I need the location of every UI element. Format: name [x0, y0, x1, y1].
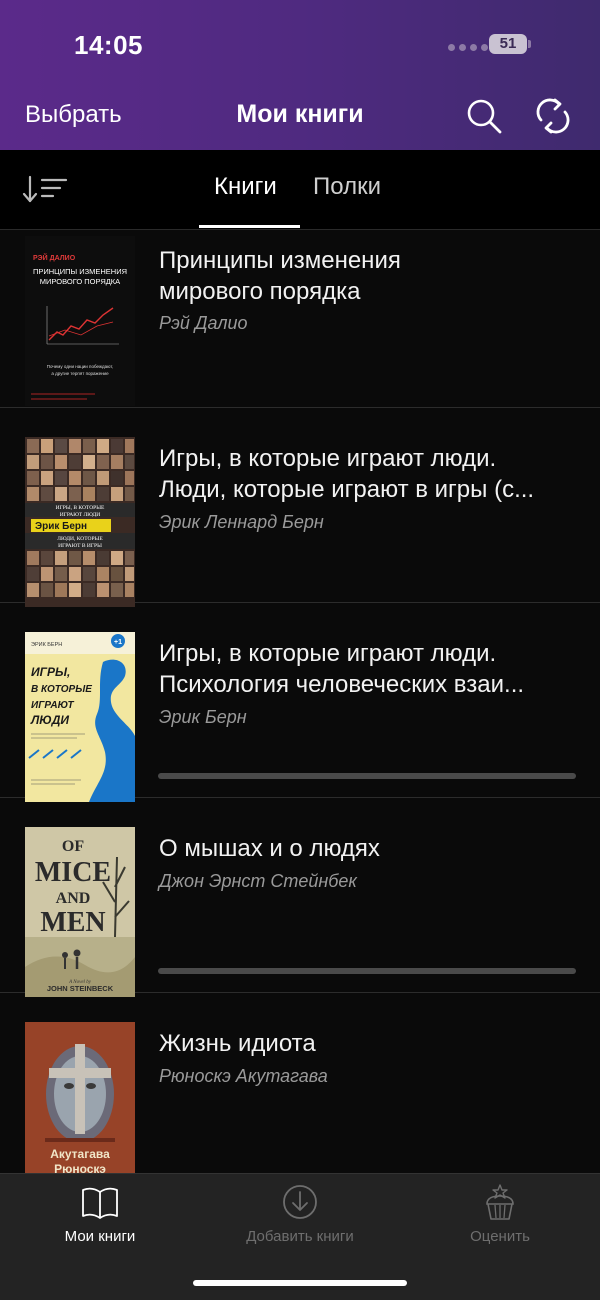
book-title-line: Принципы изменения [159, 247, 401, 274]
cover-author: РЭЙ ДАЛИО [33, 253, 76, 262]
tab-books[interactable]: Книги [214, 173, 277, 201]
book-item[interactable]: ЭРИК БЕРН +1 ИГРЫ, В КОТОРЫЕ ИГРАЮТ ЛЮДИ… [0, 603, 600, 802]
cover-line-1: OF [62, 838, 84, 855]
tab-label: Оценить [470, 1228, 530, 1245]
book-title-line: О мышах и о людях [159, 835, 380, 862]
book-title-line: мирового порядка [159, 278, 361, 305]
cover-title-2: МИРОВОГО ПОРЯДКА [40, 277, 120, 286]
book-title: Игры, в которые играют люди. Психология … [159, 638, 579, 700]
cover-line-4: ИГРАЮТ В ИГРЫ [58, 543, 102, 549]
book-item[interactable]: ИГРЫ, В КОТОРЫЕ ИГРАЮТ ЛЮДИ Эрик Берн ЛЮ… [0, 408, 600, 607]
book-author: Рюноскэ Акутагава [159, 1066, 328, 1086]
tab-my-books[interactable]: Мои книги [0, 1182, 200, 1245]
book-author: Эрик Леннард Берн [159, 512, 324, 532]
sync-icon[interactable] [533, 96, 573, 136]
cover-line-4: MEN [40, 907, 105, 938]
book-item[interactable]: Акутагава Рюноскэ Жизнь идиота Рюноскэ А… [0, 993, 600, 1192]
book-author: Джон Эрнст Стейнбек [159, 871, 357, 891]
cover-line-1: ИГРЫ, В КОТОРЫЕ [56, 505, 105, 511]
signal-icon [448, 44, 488, 51]
book-cover: Акутагава Рюноскэ [25, 1022, 135, 1192]
cover-line-3: AND [56, 890, 91, 907]
cover-author: JOHN STEINBECK [47, 984, 114, 993]
book-cover: ЭРИК БЕРН +1 ИГРЫ, В КОТОРЫЕ ИГРАЮТ ЛЮДИ [25, 632, 135, 802]
sort-icon[interactable] [22, 174, 68, 204]
book-cover: OF MICE AND MEN A Novel by JOHN STEINBEC… [25, 827, 135, 997]
book-title: Игры, в которые играют люди. Люди, котор… [159, 443, 579, 505]
book-title: Жизнь идиота [159, 1028, 579, 1059]
book-cover: ИГРЫ, В КОТОРЫЕ ИГРАЮТ ЛЮДИ Эрик Берн ЛЮ… [25, 437, 135, 607]
cover-line-1: ИГРЫ, [31, 665, 70, 679]
active-tab-indicator [199, 225, 300, 228]
cover-tagline-1: Почему одни нации побеждают, [47, 364, 113, 369]
book-author: Рэй Далио [159, 313, 248, 333]
cover-author: ЭРИК БЕРН [31, 642, 62, 648]
cover-line-3: ИГРАЮТ [31, 700, 75, 711]
cupcake-icon [486, 1184, 514, 1220]
book-title: О мышах и о людях [159, 833, 579, 864]
book-author: Эрик Берн [159, 707, 247, 727]
book-open-icon [82, 1187, 118, 1219]
cover-line-2: ИГРАЮТ ЛЮДИ [60, 512, 100, 518]
cover-line-4: ЛЮДИ [30, 713, 69, 727]
cover-author: Эрик Берн [35, 521, 87, 532]
book-cover: РЭЙ ДАЛИО ПРИНЦИПЫ ИЗМЕНЕНИЯ МИРОВОГО ПО… [25, 236, 135, 406]
book-list: РЭЙ ДАЛИО ПРИНЦИПЫ ИЗМЕНЕНИЯ МИРОВОГО ПО… [0, 230, 600, 1192]
battery-icon: 51 [489, 34, 527, 54]
book-title-line: Игры, в которые играют люди. [159, 445, 497, 472]
cover-tagline-2: а другие терпят поражение [51, 371, 109, 376]
book-item[interactable]: OF MICE AND MEN A Novel by JOHN STEINBEC… [0, 798, 600, 997]
segment-bar [0, 150, 600, 230]
book-title-line: Люди, которые играют в игры (с... [159, 476, 535, 503]
tab-label: Мои книги [64, 1228, 136, 1245]
book-title-line: Игры, в которые играют люди. [159, 640, 497, 667]
cover-line-3: ЛЮДИ, КОТОРЫЕ [57, 536, 103, 542]
cover-line-2: MICE [35, 857, 111, 888]
tab-add-books[interactable]: Добавить книги [200, 1182, 400, 1245]
cover-badge: +1 [114, 639, 122, 646]
battery-cap [528, 40, 531, 48]
tab-shelves[interactable]: Полки [313, 173, 381, 201]
tab-label: Добавить книги [246, 1228, 354, 1245]
top-bar: 14:05 51 Выбрать Мои книги [0, 0, 600, 150]
book-item[interactable]: РЭЙ ДАЛИО ПРИНЦИПЫ ИЗМЕНЕНИЯ МИРОВОГО ПО… [0, 230, 600, 408]
home-indicator [193, 1280, 407, 1286]
cover-line-1: Акутагава [50, 1147, 110, 1161]
tab-rate[interactable]: Оценить [400, 1182, 600, 1245]
search-icon[interactable] [464, 96, 504, 136]
status-time: 14:05 [74, 30, 143, 60]
download-circle-icon [283, 1185, 317, 1219]
cover-title-1: ПРИНЦИПЫ ИЗМЕНЕНИЯ [33, 267, 127, 276]
cover-line-2: В КОТОРЫЕ [31, 684, 92, 695]
book-title: Принципы изменения мирового порядка [159, 245, 579, 307]
reading-progress-bar [158, 773, 576, 779]
book-title-line: Жизнь идиота [159, 1030, 316, 1057]
book-title-line: Психология человеческих взаи... [159, 671, 525, 698]
reading-progress-bar [158, 968, 576, 974]
page-title: Мои книги [236, 100, 364, 128]
